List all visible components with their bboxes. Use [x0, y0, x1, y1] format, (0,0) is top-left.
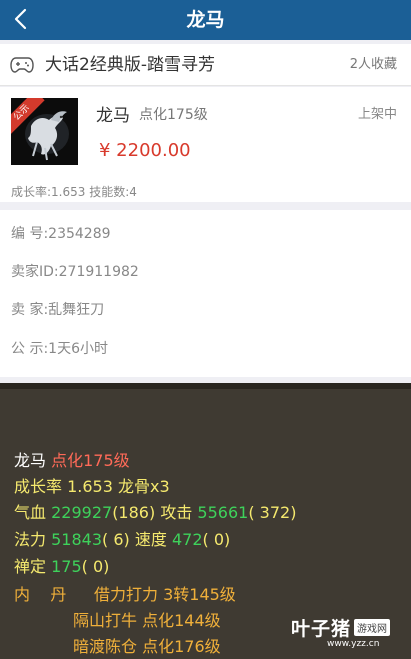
- pet-growth: 成长率 1.653 龙骨x3: [14, 477, 170, 496]
- hp-extra: (186): [112, 503, 156, 522]
- calm-extra: ( 0): [81, 557, 110, 576]
- inner-dan-2: 隔山打牛 点化144级: [73, 611, 221, 630]
- item-card: 公示 龙马 点化175级 上架中 ¥ 2200.00 成长率:1.653 技能数…: [0, 87, 411, 202]
- mp-value: 51843: [51, 530, 103, 549]
- speed-label: 速度: [134, 530, 167, 549]
- gamepad-icon: [10, 57, 34, 73]
- game-name: 大话2经典版-踏雪寻芳: [45, 55, 215, 75]
- watermark-url: www.yzz.cn: [327, 639, 380, 649]
- notice-time: 公 示:1天6小时: [11, 341, 108, 357]
- speed-extra: ( 0): [202, 530, 231, 549]
- inner-dan-1: 借力打力 3转145级: [94, 585, 236, 604]
- item-price: ¥ 2200.00: [99, 140, 191, 161]
- seller-name: 卖 家:乱舞狂刀: [11, 302, 105, 318]
- panel-border: [0, 383, 411, 389]
- seller-id: 卖家ID:271911982: [11, 264, 139, 280]
- item-level: 点化175级: [139, 107, 208, 123]
- watermark-brand: 叶子猪: [291, 618, 352, 640]
- speed-value: 472: [171, 530, 203, 549]
- serial-number: 编 号:2354289: [11, 226, 111, 242]
- item-name: 龙马: [96, 106, 130, 126]
- atk-value: 55661: [197, 503, 249, 522]
- inner-dan-3: 暗渡陈仓 点化176级: [73, 637, 221, 656]
- hp-label: 气血: [14, 503, 47, 522]
- page-title: 龙马: [186, 9, 225, 31]
- calm-value: 175: [51, 557, 82, 576]
- item-stats: 成长率:1.653 技能数:4: [11, 185, 137, 199]
- mp-label: 法力: [14, 530, 47, 549]
- atk-label: 攻击: [160, 503, 193, 522]
- seller-info-card: 编 号:2354289 卖家ID:271911982 卖 家:乱舞狂刀 公 示:…: [0, 210, 411, 377]
- favorite-count: 2人收藏: [349, 57, 397, 72]
- pet-name: 龙马: [14, 451, 47, 470]
- inner-dan-label: 内 丹: [14, 585, 67, 604]
- calm-label: 禅定: [14, 557, 47, 576]
- game-bar[interactable]: 大话2经典版-踏雪寻芳 2人收藏: [0, 44, 411, 86]
- watermark-badge: 游戏网: [354, 619, 390, 636]
- mp-extra: ( 6): [102, 530, 130, 549]
- item-thumbnail[interactable]: 公示: [11, 98, 78, 165]
- atk-extra: ( 372): [248, 503, 297, 522]
- pet-level: 点化175级: [51, 451, 130, 470]
- nav-bar: 龙马: [0, 0, 411, 40]
- listing-status: 上架中: [357, 107, 397, 122]
- hp-value: 229927: [51, 503, 113, 522]
